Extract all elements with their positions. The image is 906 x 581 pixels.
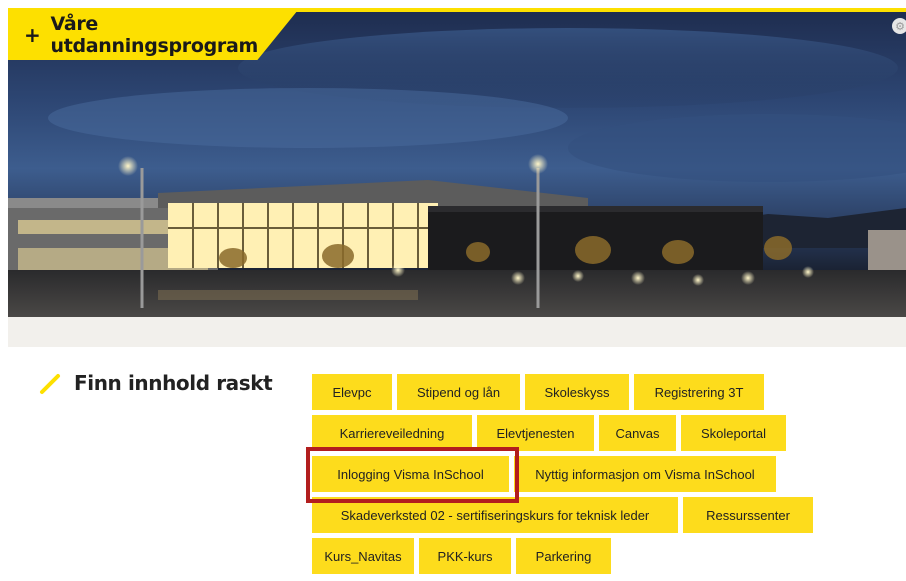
plus-icon: + bbox=[24, 23, 41, 47]
quick-link-canvas[interactable]: Canvas bbox=[599, 415, 676, 451]
quick-link-skoleskyss[interactable]: Skoleskyss bbox=[525, 374, 629, 410]
quick-links-row: Karriereveiledning Elevtjenesten Canvas … bbox=[312, 415, 832, 451]
quick-link-stipend[interactable]: Stipend og lån bbox=[397, 374, 520, 410]
hero-bottom-strip bbox=[8, 317, 906, 347]
quick-link-kurs-navitas[interactable]: Kurs_Navitas bbox=[312, 538, 414, 574]
quick-link-visma-info[interactable]: Nyttig informasjon om Visma InSchool bbox=[514, 456, 776, 492]
quick-link-skoleportal[interactable]: Skoleportal bbox=[681, 415, 786, 451]
section-heading-text: Finn innhold raskt bbox=[74, 371, 273, 395]
quick-link-skadeverksted[interactable]: Skadeverksted 02 - sertifiseringskurs fo… bbox=[312, 497, 678, 533]
quick-link-parkering[interactable]: Parkering bbox=[516, 538, 611, 574]
quick-links-row: Inlogging Visma InSchool Nyttig informas… bbox=[312, 456, 832, 492]
section-heading: Finn innhold raskt bbox=[38, 370, 273, 396]
quick-link-ressurssenter[interactable]: Ressurssenter bbox=[683, 497, 813, 533]
quick-links-row: Kurs_Navitas PKK-kurs Parkering bbox=[312, 538, 832, 574]
quick-link-elevpc[interactable]: Elevpc bbox=[312, 374, 392, 410]
programs-tab[interactable]: + Våre utdanningsprogram bbox=[8, 10, 298, 60]
programs-tab-label: Våre utdanningsprogram bbox=[50, 13, 259, 57]
pencil-icon bbox=[40, 374, 60, 394]
quick-link-karriereveiledning[interactable]: Karriereveiledning bbox=[312, 415, 472, 451]
quick-links-grid: Elevpc Stipend og lån Skoleskyss Registr… bbox=[312, 374, 832, 579]
quick-link-pkk-kurs[interactable]: PKK-kurs bbox=[419, 538, 511, 574]
settings-circle-icon[interactable]: ⚙ bbox=[892, 18, 906, 34]
quick-link-inlogging-visma[interactable]: Inlogging Visma InSchool bbox=[312, 456, 509, 492]
quick-links-row: Skadeverksted 02 - sertifiseringskurs fo… bbox=[312, 497, 832, 533]
quick-links-row: Elevpc Stipend og lån Skoleskyss Registr… bbox=[312, 374, 832, 410]
quick-link-elevtjenesten[interactable]: Elevtjenesten bbox=[477, 415, 594, 451]
quick-link-registrering[interactable]: Registrering 3T bbox=[634, 374, 764, 410]
